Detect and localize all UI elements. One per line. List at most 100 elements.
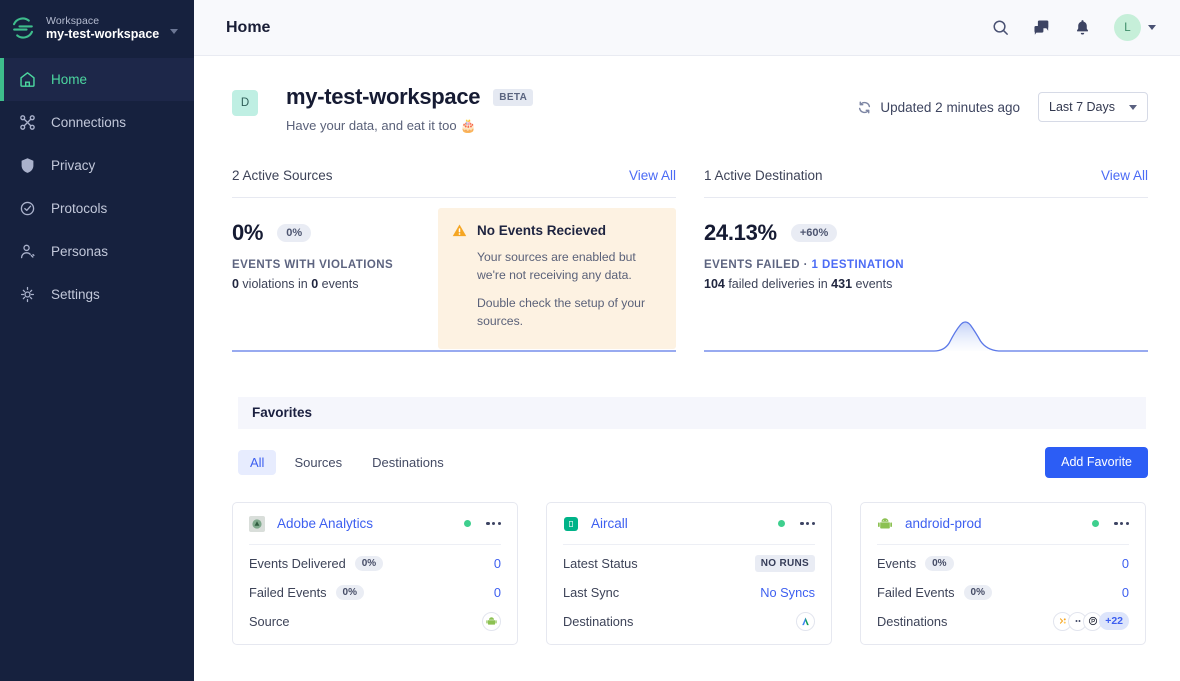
protocols-icon <box>18 199 37 218</box>
google-ads-icon[interactable] <box>796 612 815 631</box>
android-icon <box>877 516 893 532</box>
shield-icon <box>18 156 37 175</box>
failed-suffix-text: events <box>852 277 892 291</box>
chat-icon[interactable] <box>1032 18 1051 37</box>
favorites-section: Favorites All Sources Destinations Add F… <box>232 397 1148 645</box>
favorite-card[interactable]: android-prod Events 0% <box>860 502 1146 645</box>
date-range-select[interactable]: Last 7 Days <box>1038 92 1148 122</box>
failed-deliveries-count: 104 <box>704 277 725 291</box>
card-menu-button[interactable] <box>486 522 501 525</box>
destination-icons-stack: +22 <box>1053 612 1129 631</box>
main-content: Home <box>194 0 1180 681</box>
row-label: Latest Status <box>563 556 638 571</box>
sidebar-item-privacy[interactable]: Privacy <box>0 144 194 187</box>
sidebar: Workspace my-test-workspace Home <box>0 0 194 681</box>
row-value[interactable]: 0 <box>1122 556 1129 571</box>
android-icon[interactable] <box>482 612 501 631</box>
tab-all[interactable]: All <box>238 450 276 475</box>
status-dot-icon <box>778 520 785 527</box>
updated-status: Updated 2 minutes ago <box>857 100 1020 115</box>
status-dot-icon <box>464 520 471 527</box>
home-icon <box>18 70 37 89</box>
card-header: Aircall <box>563 516 815 532</box>
workspace-name: my-test-workspace <box>46 27 159 41</box>
row-value[interactable]: 0 <box>494 585 501 600</box>
workspace-title: my-test-workspace <box>286 84 480 110</box>
card-row: Source <box>249 611 501 632</box>
failed-mid-text: failed deliveries in <box>725 277 831 291</box>
connections-icon <box>18 113 37 132</box>
gear-icon <box>18 285 37 304</box>
chevron-down-icon <box>1129 105 1137 110</box>
app-root: Workspace my-test-workspace Home <box>0 0 1180 681</box>
row-value[interactable]: No Syncs <box>760 585 815 600</box>
card-row: Failed Events 0% 0 <box>249 582 501 603</box>
tab-sources[interactable]: Sources <box>282 450 354 475</box>
sources-view-all-link[interactable]: View All <box>629 168 676 183</box>
workspace-avatar: D <box>232 90 258 116</box>
sources-panel: 2 Active Sources View All 0% 0% EVENTS W… <box>232 168 676 349</box>
row-pill: 0% <box>355 556 383 571</box>
card-menu-button[interactable] <box>1114 522 1129 525</box>
failed-events-label-prefix: EVENTS FAILED · <box>704 259 812 271</box>
card-header: Adobe Analytics <box>249 516 501 532</box>
warning-title: No Events Recieved <box>477 223 606 238</box>
card-menu-button[interactable] <box>800 522 815 525</box>
favorites-title: Favorites <box>252 405 312 420</box>
workspace-title-block: my-test-workspace BETA Have your data, a… <box>286 84 533 134</box>
favorite-card[interactable]: Aircall Latest Status NO RUNS <box>546 502 832 645</box>
destinations-panel-header: 1 Active Destination View All <box>704 168 1148 198</box>
avatar-menu[interactable]: L <box>1114 14 1156 41</box>
sidebar-item-connections[interactable]: Connections <box>0 101 194 144</box>
workspace-switcher[interactable]: Workspace my-test-workspace <box>0 0 194 56</box>
row-pill: 0% <box>964 585 992 600</box>
topbar-actions: L <box>991 14 1156 41</box>
card-row: Destinations <box>877 611 1129 632</box>
add-favorite-button[interactable]: Add Favorite <box>1045 447 1148 478</box>
card-header: android-prod <box>877 516 1129 532</box>
total-events-count: 431 <box>831 277 852 291</box>
card-title[interactable]: android-prod <box>905 516 982 531</box>
sidebar-item-personas[interactable]: Personas <box>0 230 194 273</box>
workspace-tagline: Have your data, and eat it too 🎂 <box>286 118 533 134</box>
favorites-tabs: All Sources Destinations Add Favorite <box>232 447 1148 478</box>
violations-value: 0% <box>232 220 263 246</box>
violations-count: 0 <box>232 277 239 291</box>
updated-text: Updated 2 minutes ago <box>880 100 1020 115</box>
failed-events-value: 24.13% <box>704 220 777 246</box>
refresh-icon[interactable] <box>857 100 872 115</box>
row-pill: 0% <box>336 585 364 600</box>
topbar: Home <box>194 0 1180 56</box>
row-value[interactable]: 0 <box>1122 585 1129 600</box>
card-title[interactable]: Adobe Analytics <box>277 516 373 531</box>
chevron-down-icon <box>170 29 178 34</box>
row-label: Destinations <box>563 614 633 629</box>
sidebar-item-label: Settings <box>51 287 100 302</box>
card-row: Latest Status NO RUNS <box>563 553 815 574</box>
divider <box>563 544 815 545</box>
sidebar-item-protocols[interactable]: Protocols <box>0 187 194 230</box>
tab-destinations[interactable]: Destinations <box>360 450 456 475</box>
divider <box>877 544 1129 545</box>
destination-overflow-badge[interactable]: +22 <box>1099 612 1129 630</box>
card-row: Events Delivered 0% 0 <box>249 553 501 574</box>
row-label: Last Sync <box>563 585 619 600</box>
sidebar-item-home[interactable]: Home <box>0 58 194 101</box>
sidebar-item-settings[interactable]: Settings <box>0 273 194 316</box>
sources-sparkline <box>232 313 676 357</box>
search-icon[interactable] <box>991 18 1010 37</box>
card-title[interactable]: Aircall <box>591 516 628 531</box>
card-row: Last Sync No Syncs <box>563 582 815 603</box>
destinations-view-all-link[interactable]: View All <box>1101 168 1148 183</box>
workspace-header: D my-test-workspace BETA Have your data,… <box>232 84 1148 134</box>
bell-icon[interactable] <box>1073 18 1092 37</box>
favorite-card[interactable]: Adobe Analytics Events Delivered 0% <box>232 502 518 645</box>
violations-label: EVENTS WITH VIOLATIONS <box>232 259 430 271</box>
row-value[interactable]: 0 <box>494 556 501 571</box>
sidebar-nav: Home Connections Priva <box>0 58 194 316</box>
beta-badge: BETA <box>493 89 533 106</box>
destination-count-link[interactable]: 1 DESTINATION <box>812 259 905 271</box>
violations-subtext: 0 violations in 0 events <box>232 277 430 291</box>
row-label: Source <box>249 614 290 629</box>
date-range-value: Last 7 Days <box>1049 100 1115 114</box>
